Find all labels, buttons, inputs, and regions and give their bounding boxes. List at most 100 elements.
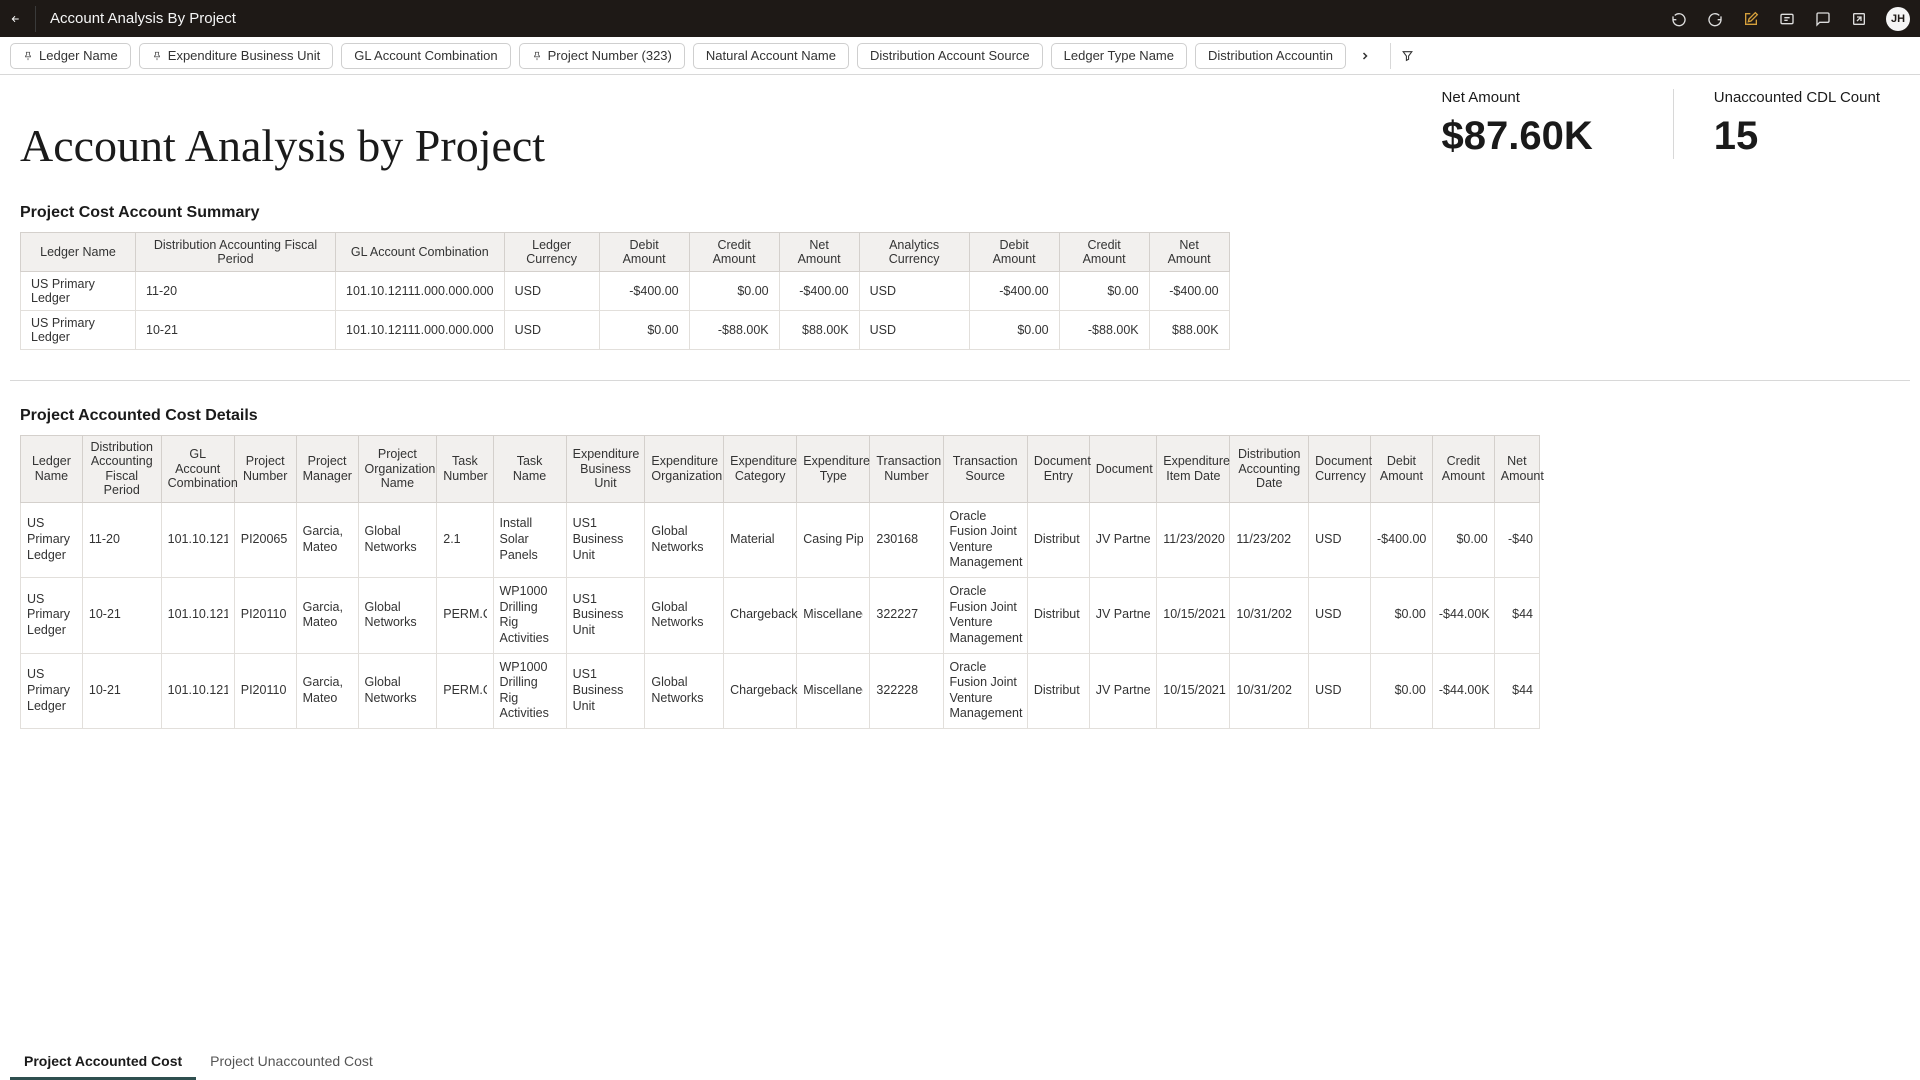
table-row[interactable]: US Primary Ledger11-20101.10.1211PI20065… <box>21 502 1540 578</box>
table-cell: US Primary Ledger <box>21 578 83 654</box>
column-header[interactable]: Net Amount <box>1149 233 1229 272</box>
table-row[interactable]: US Primary Ledger10-21101.10.1211PI20110… <box>21 653 1540 729</box>
table-cell: -$400.00 <box>1371 502 1433 578</box>
table-cell: USD <box>504 272 599 311</box>
bottom-tab[interactable]: Project Accounted Cost <box>10 1044 196 1080</box>
filter-pill[interactable]: GL Account Combination <box>341 43 510 69</box>
page-header-title: Account Analysis By Project <box>50 10 236 27</box>
bottom-tab[interactable]: Project Unaccounted Cost <box>196 1044 387 1080</box>
table-cell: 101.10.12111.000.000.000 <box>336 272 505 311</box>
undo-button[interactable] <box>1670 10 1688 28</box>
table-cell: 322227 <box>870 578 943 654</box>
column-header[interactable]: Net Amount <box>1494 436 1539 503</box>
table-cell: $44 <box>1494 653 1539 729</box>
column-header[interactable]: Expenditure Organization <box>645 436 724 503</box>
table-cell: 10-21 <box>82 578 161 654</box>
column-header[interactable]: Analytics Currency <box>859 233 969 272</box>
column-header[interactable]: Document <box>1089 436 1157 503</box>
column-header[interactable]: Project Number <box>234 436 296 503</box>
edit-button[interactable] <box>1742 10 1760 28</box>
column-header[interactable]: Task Number <box>437 436 493 503</box>
filter-pill[interactable]: Ledger Name <box>10 43 131 69</box>
table-cell: 11-20 <box>82 502 161 578</box>
table-row[interactable]: US Primary Ledger10-21101.10.12111.000.0… <box>21 311 1230 350</box>
header-right: JH <box>1670 7 1910 31</box>
comment-button[interactable] <box>1814 10 1832 28</box>
table-cell: USD <box>859 272 969 311</box>
table-cell: -$400.00 <box>779 272 859 311</box>
table-cell: $88.00K <box>779 311 859 350</box>
column-header[interactable]: Project Organization Name <box>358 436 437 503</box>
column-header[interactable]: Debit Amount <box>599 233 689 272</box>
filter-pill[interactable]: Distribution Accountin <box>1195 43 1346 69</box>
table-cell: PERM.C <box>437 653 493 729</box>
summary-title: Project Cost Account Summary <box>20 204 1900 222</box>
redo-button[interactable] <box>1706 10 1724 28</box>
table-cell: Garcia, Mateo <box>296 653 358 729</box>
column-header[interactable]: Document Entry <box>1027 436 1089 503</box>
column-header[interactable]: GL Account Combination <box>161 436 234 503</box>
table-cell: Chargeback <box>724 653 797 729</box>
table-header-row: Ledger NameDistribution Accounting Fisca… <box>21 233 1230 272</box>
table-cell: Casing Pipe <box>797 502 870 578</box>
user-avatar[interactable]: JH <box>1886 7 1910 31</box>
filter-pills: Ledger Name Expenditure Business Unit GL A… <box>10 43 1346 69</box>
column-header[interactable]: Task Name <box>493 436 566 503</box>
edit-icon <box>1743 11 1759 27</box>
column-header[interactable]: Credit Amount <box>689 233 779 272</box>
filter-pill[interactable]: Project Number (323) <box>519 43 685 69</box>
table-cell: -$88.00K <box>1059 311 1149 350</box>
column-header[interactable]: Ledger Name <box>21 436 83 503</box>
table-cell: 101.10.1211 <box>161 653 234 729</box>
column-header[interactable]: Credit Amount <box>1432 436 1494 503</box>
column-header[interactable]: Credit Amount <box>1059 233 1149 272</box>
bottom-tab-bar: Project Accounted CostProject Unaccounte… <box>0 1044 1920 1080</box>
column-header[interactable]: GL Account Combination <box>336 233 505 272</box>
table-cell: Distribut <box>1027 653 1089 729</box>
filter-settings-button[interactable] <box>1390 43 1414 69</box>
filter-label: Expenditure Business Unit <box>168 48 320 63</box>
table-cell: 2.1 <box>437 502 493 578</box>
summary-table[interactable]: Ledger NameDistribution Accounting Fisca… <box>20 232 1230 350</box>
column-header[interactable]: Distribution Accounting Fiscal Period <box>136 233 336 272</box>
detail-table[interactable]: Ledger NameDistribution Accounting Fisca… <box>20 435 1540 729</box>
filter-pill[interactable]: Ledger Type Name <box>1051 43 1187 69</box>
table-cell: $0.00 <box>599 311 689 350</box>
column-header[interactable]: Debit Amount <box>1371 436 1433 503</box>
filter-pill[interactable]: Expenditure Business Unit <box>139 43 333 69</box>
title-kpi-row: Account Analysis by Project Net Amount $… <box>0 75 1920 172</box>
column-header[interactable]: Net Amount <box>779 233 859 272</box>
column-header[interactable]: Transaction Source <box>943 436 1027 503</box>
kpi-unaccounted: Unaccounted CDL Count 15 <box>1673 89 1880 159</box>
column-header[interactable]: Transaction Number <box>870 436 943 503</box>
column-header[interactable]: Debit Amount <box>969 233 1059 272</box>
kpi-label: Unaccounted CDL Count <box>1714 89 1880 106</box>
back-button[interactable] <box>10 6 36 32</box>
summary-section: Project Cost Account Summary Ledger Name… <box>0 204 1920 350</box>
column-header[interactable]: Expenditure Type <box>797 436 870 503</box>
column-header[interactable]: Document Currency <box>1309 436 1371 503</box>
detail-table-scroll[interactable]: Ledger NameDistribution Accounting Fisca… <box>20 435 1900 737</box>
filter-label: Distribution Accountin <box>1208 48 1333 63</box>
column-header[interactable]: Expenditure Business Unit <box>566 436 645 503</box>
column-header[interactable]: Expenditure Item Date <box>1157 436 1230 503</box>
table-row[interactable]: US Primary Ledger10-21101.10.1211PI20110… <box>21 578 1540 654</box>
table-row[interactable]: US Primary Ledger11-20101.10.12111.000.0… <box>21 272 1230 311</box>
table-cell: Global Networks <box>358 578 437 654</box>
column-header[interactable]: Distribution Accounting Fiscal Period <box>82 436 161 503</box>
column-header[interactable]: Ledger Currency <box>504 233 599 272</box>
column-header[interactable]: Ledger Name <box>21 233 136 272</box>
export-button[interactable] <box>1850 10 1868 28</box>
filter-pill[interactable]: Distribution Account Source <box>857 43 1043 69</box>
refresh-button[interactable] <box>1778 10 1796 28</box>
table-cell: -$44.00K <box>1432 653 1494 729</box>
table-cell: Global Networks <box>645 653 724 729</box>
column-header[interactable]: Project Manager <box>296 436 358 503</box>
table-cell: Chargeback <box>724 578 797 654</box>
table-cell: PI20110 <box>234 578 296 654</box>
filter-pill[interactable]: Natural Account Name <box>693 43 849 69</box>
filter-scroll-right[interactable] <box>1354 43 1376 69</box>
column-header[interactable]: Distribution Accounting Date <box>1230 436 1309 503</box>
table-cell: Global Networks <box>358 653 437 729</box>
column-header[interactable]: Expenditure Category <box>724 436 797 503</box>
